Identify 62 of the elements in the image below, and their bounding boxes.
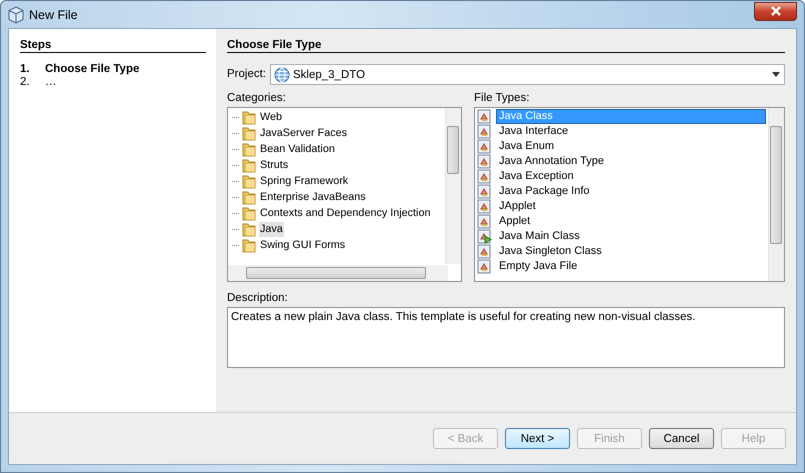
java-class-icon <box>477 259 492 274</box>
java-class-icon <box>477 154 492 169</box>
java-class-icon <box>477 199 492 214</box>
java-class-icon <box>477 109 492 124</box>
dialog-button[interactable]: Next > <box>505 428 570 449</box>
java-class-icon <box>477 184 492 199</box>
folder-icon <box>242 158 256 172</box>
folder-icon <box>242 238 256 252</box>
file-type-item[interactable]: Java Package Info <box>496 184 766 199</box>
dialog-button[interactable]: Cancel <box>649 428 714 449</box>
java-class-icon <box>477 124 492 139</box>
java-class-icon <box>477 214 492 229</box>
category-item[interactable]: JavaServer Faces <box>259 126 348 140</box>
scrollbar[interactable] <box>445 108 461 264</box>
file-type-item[interactable]: Java Enum <box>496 139 766 154</box>
file-type-item[interactable]: Java Main Class <box>496 229 766 244</box>
panel-heading: Choose File Type <box>227 39 785 53</box>
categories-label: Categories: <box>227 91 287 105</box>
steps-heading: Steps <box>20 39 206 53</box>
step-number: 2. <box>20 76 31 89</box>
file-type-item[interactable]: Java Interface <box>496 124 766 139</box>
caret-icon <box>772 72 780 77</box>
category-item[interactable]: Swing GUI Forms <box>259 238 346 252</box>
file-type-item[interactable]: Java Exception <box>496 169 766 184</box>
file-types-label: File Types: <box>474 91 530 105</box>
category-item[interactable]: Bean Validation <box>259 142 336 156</box>
category-item[interactable]: Enterprise JavaBeans <box>259 190 367 204</box>
file-type-item[interactable]: Java Annotation Type <box>496 154 766 169</box>
folder-icon <box>242 126 256 140</box>
java-class-icon <box>477 244 492 259</box>
scrollbar[interactable] <box>228 265 448 281</box>
java-main-class-icon <box>477 229 492 244</box>
scrollbar[interactable] <box>768 108 784 281</box>
category-item[interactable]: Spring Framework <box>259 174 350 188</box>
category-item[interactable]: Contexts and Dependency Injection <box>259 206 432 220</box>
file-type-item[interactable]: Applet <box>496 214 766 229</box>
folder-icon <box>242 142 256 156</box>
globe-icon <box>274 66 290 82</box>
java-class-icon <box>477 169 492 184</box>
description-label: Description: <box>227 291 289 305</box>
cube-icon <box>8 6 24 24</box>
step-number: 1. <box>20 63 31 76</box>
step-label: … <box>45 76 56 89</box>
file-type-item[interactable]: Empty Java File <box>496 259 766 274</box>
file-type-item[interactable]: JApplet <box>496 199 766 214</box>
category-item[interactable]: Struts <box>259 158 290 172</box>
java-class-icon <box>477 139 492 154</box>
step-label: Choose File Type <box>45 63 140 76</box>
project-label: Project: <box>227 66 266 80</box>
folder-icon <box>242 222 256 236</box>
project-dropdown[interactable]: Sklep_3_DTO <box>270 64 785 85</box>
folder-icon <box>242 190 256 204</box>
folder-icon <box>242 174 256 188</box>
window-title: New File <box>29 8 79 22</box>
category-item[interactable]: Web <box>259 110 284 124</box>
close-button[interactable] <box>754 2 797 20</box>
close-icon <box>770 6 782 16</box>
folder-icon <box>242 206 256 220</box>
description-text: Creates a new plain Java class. This template is useful for creating new non-visual classes. <box>227 307 785 368</box>
file-type-item[interactable]: Java Singleton Class <box>496 244 766 259</box>
category-item[interactable]: Java <box>259 222 284 236</box>
folder-icon <box>242 110 256 124</box>
